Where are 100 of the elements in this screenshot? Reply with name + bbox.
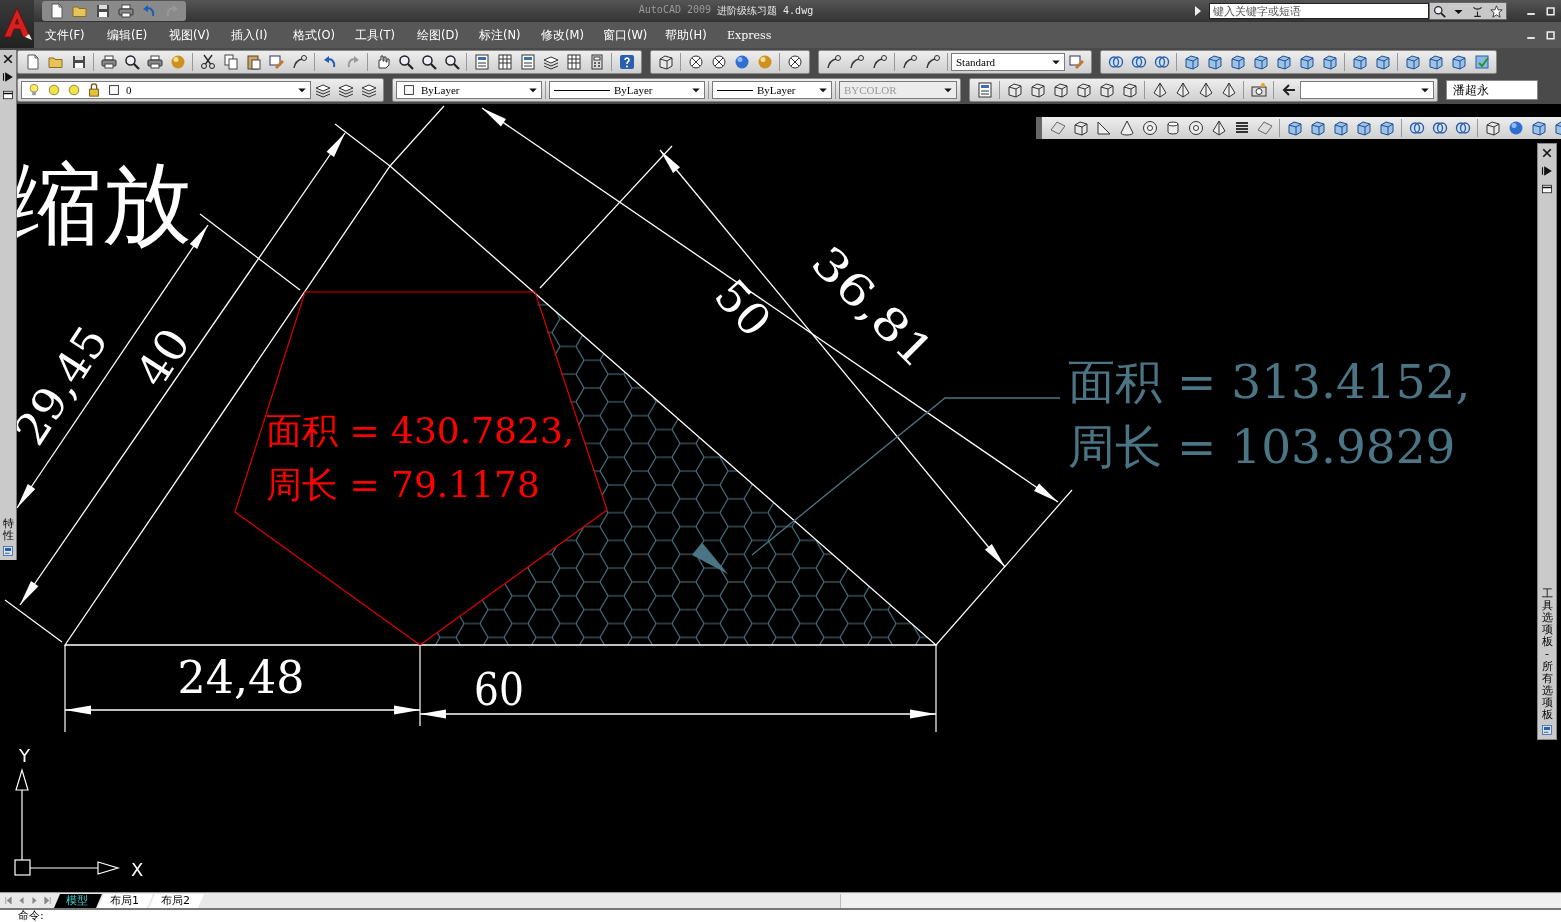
grid-icon[interactable]	[496, 54, 513, 70]
calculator-icon[interactable]	[588, 54, 605, 70]
menu-item[interactable]: 工具(T)	[355, 27, 417, 43]
scroll-bar[interactable]	[840, 894, 1561, 908]
menu-item[interactable]: 标注(N)	[479, 27, 541, 43]
swatch-icon[interactable]	[402, 83, 416, 97]
sun-icon[interactable]	[67, 83, 81, 97]
close-icon[interactable]	[1541, 147, 1553, 159]
prev-icon[interactable]	[16, 895, 27, 906]
torus-icon[interactable]	[1141, 120, 1158, 136]
crossed-circle-icon[interactable]	[687, 54, 704, 70]
menu-item[interactable]: Express	[727, 28, 789, 42]
window-icon[interactable]	[976, 82, 993, 98]
cone-icon[interactable]	[1118, 120, 1135, 136]
layers-icon[interactable]	[314, 82, 331, 98]
printer-icon[interactable]	[146, 54, 163, 70]
rings-icon[interactable]	[1153, 54, 1170, 70]
menu-icon[interactable]	[2, 89, 14, 101]
sphere-icon[interactable]	[1507, 120, 1524, 136]
solid-cube-icon[interactable]	[1286, 120, 1303, 136]
menu-item[interactable]: 文件(F)	[45, 27, 107, 43]
menu-item[interactable]: 帮助(H)	[665, 27, 727, 43]
solid-cube-icon[interactable]	[1252, 54, 1269, 70]
grid-icon[interactable]	[565, 54, 582, 70]
cube-icon[interactable]	[1029, 82, 1046, 98]
solid-cube-icon[interactable]	[1321, 54, 1338, 70]
brush-icon[interactable]	[1068, 54, 1085, 70]
window-icon[interactable]	[473, 54, 490, 70]
wedge-icon[interactable]	[1095, 120, 1112, 136]
layout-tab[interactable]: 模型	[54, 894, 102, 908]
light-bulb-icon[interactable]	[27, 83, 41, 97]
star-icon[interactable]	[1490, 4, 1503, 18]
solid-cube-icon[interactable]	[1450, 54, 1467, 70]
menu-item[interactable]: 视图(V)	[169, 27, 231, 43]
folder-icon[interactable]	[71, 3, 88, 19]
camera-icon[interactable]	[1250, 82, 1267, 98]
rings-icon[interactable]	[1408, 120, 1425, 136]
curve-icon[interactable]	[924, 54, 941, 70]
solid-cube-icon[interactable]	[1275, 54, 1292, 70]
cube-icon[interactable]	[1121, 82, 1138, 98]
cylinder-icon[interactable]	[1164, 120, 1181, 136]
pages-icon[interactable]	[222, 54, 239, 70]
last-icon[interactable]	[42, 895, 53, 906]
search-field[interactable]: 键入关键字或短语	[1209, 3, 1429, 19]
layers-icon[interactable]	[337, 82, 354, 98]
solid-cube-icon[interactable]	[1309, 120, 1326, 136]
close-icon[interactable]	[2, 53, 14, 65]
cube-icon[interactable]	[1006, 82, 1023, 98]
restore-icon[interactable]	[1545, 5, 1557, 17]
solid-cube-icon[interactable]	[1229, 54, 1246, 70]
cube-icon[interactable]	[1052, 82, 1069, 98]
layer-dropdown[interactable]: 0	[21, 81, 311, 99]
menu-item[interactable]: 插入(I)	[231, 27, 293, 43]
solid-cube-icon[interactable]	[1298, 54, 1315, 70]
solid-cube-icon[interactable]	[1374, 54, 1391, 70]
magnifier-icon[interactable]	[397, 54, 414, 70]
layers-icon[interactable]	[542, 54, 559, 70]
pyramid-icon[interactable]	[1210, 120, 1227, 136]
linetype-dropdown[interactable]: ByLayer	[549, 81, 705, 99]
swatch-icon[interactable]	[107, 83, 121, 97]
coil-icon[interactable]	[1233, 120, 1250, 136]
antenna-icon[interactable]	[1471, 4, 1484, 18]
brush-icon[interactable]	[268, 54, 285, 70]
menu-item[interactable]: 修改(M)	[541, 27, 603, 43]
scissors-icon[interactable]	[199, 54, 216, 70]
first-icon[interactable]	[3, 895, 14, 906]
cube-icon[interactable]	[1484, 120, 1501, 136]
solid-cube-icon[interactable]	[1378, 120, 1395, 136]
crossed-circle-icon[interactable]	[786, 54, 803, 70]
curve-icon[interactable]	[291, 54, 308, 70]
solid-cube-icon[interactable]	[1404, 54, 1421, 70]
menu-item[interactable]: 窗口(W)	[603, 27, 665, 43]
cube-icon[interactable]	[1098, 82, 1115, 98]
menu-item[interactable]: 绘图(D)	[417, 27, 479, 43]
magnifier-icon[interactable]	[1433, 4, 1446, 18]
solid-cube-icon[interactable]	[1206, 54, 1223, 70]
torus-icon[interactable]	[1187, 120, 1204, 136]
pyramid-icon[interactable]	[1197, 82, 1214, 98]
text-style-dropdown[interactable]: Standard	[951, 53, 1065, 71]
sphere-icon[interactable]	[733, 54, 750, 70]
auto-hide-icon[interactable]	[2, 71, 14, 83]
curve-icon[interactable]	[825, 54, 842, 70]
cube-icon[interactable]	[1072, 120, 1089, 136]
check-icon[interactable]	[1473, 54, 1490, 70]
curve-icon[interactable]	[901, 54, 918, 70]
solid-cube-icon[interactable]	[1183, 54, 1200, 70]
curve-icon[interactable]	[871, 54, 888, 70]
clipboard-icon[interactable]	[245, 54, 262, 70]
layout-tab[interactable]: 布局2	[149, 894, 204, 908]
view-dropdown[interactable]	[1300, 81, 1434, 99]
pyramid-icon[interactable]	[1174, 82, 1191, 98]
cube-icon[interactable]	[657, 54, 674, 70]
rings-icon[interactable]	[1454, 120, 1471, 136]
help-icon[interactable]	[618, 54, 635, 70]
color-dropdown[interactable]: ByLayer	[396, 81, 542, 99]
restore-icon[interactable]	[1545, 29, 1557, 41]
menu-icon[interactable]	[1541, 183, 1553, 195]
window-icon[interactable]	[519, 54, 536, 70]
palette-panel-icon[interactable]	[1541, 724, 1553, 736]
layers-icon[interactable]	[360, 82, 377, 98]
